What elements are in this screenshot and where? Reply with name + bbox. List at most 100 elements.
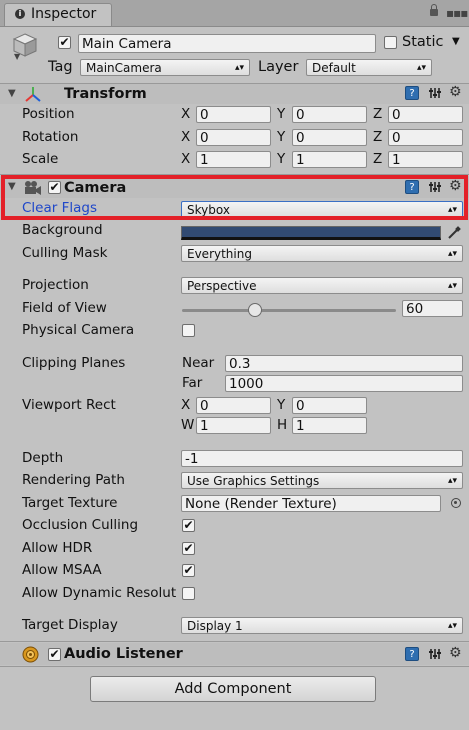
divider bbox=[0, 641, 469, 642]
culling-mask-value: Everything bbox=[187, 247, 252, 261]
depth-field[interactable]: -1 bbox=[181, 450, 463, 467]
physical-camera-label: Physical Camera bbox=[22, 322, 135, 338]
target-display-label: Target Display bbox=[22, 617, 118, 633]
lock-icon[interactable] bbox=[430, 4, 438, 16]
depth-label: Depth bbox=[22, 450, 64, 466]
tab-inspector[interactable]: i Inspector bbox=[4, 3, 112, 26]
gear-icon[interactable]: ⚙ bbox=[449, 646, 463, 660]
static-dropdown-icon[interactable]: ▼ bbox=[452, 36, 460, 47]
tab-menu-icon[interactable]: ▪▪▪ bbox=[446, 6, 468, 20]
scale-x-label[interactable]: X bbox=[181, 151, 190, 167]
fov-slider-thumb[interactable] bbox=[248, 303, 262, 317]
tag-label: Tag bbox=[48, 59, 73, 75]
physical-camera-checkbox[interactable] bbox=[182, 324, 195, 337]
culling-mask-label: Culling Mask bbox=[22, 245, 108, 261]
active-checkbox[interactable]: ✔ bbox=[58, 36, 71, 49]
updown-icon: ▴▾ bbox=[447, 476, 457, 486]
add-component-button[interactable]: Add Component bbox=[90, 676, 376, 702]
viewport-x-field[interactable]: 0 bbox=[196, 397, 271, 414]
culling-mask-dropdown[interactable]: Everything ▴▾ bbox=[181, 245, 463, 262]
viewport-h-label[interactable]: H bbox=[277, 417, 287, 433]
projection-dropdown[interactable]: Perspective ▴▾ bbox=[181, 277, 463, 294]
foldout-arrow-icon[interactable]: ▼ bbox=[8, 88, 16, 99]
scale-z-label[interactable]: Z bbox=[373, 151, 382, 167]
highlight-box bbox=[1, 175, 468, 220]
allow-dynamic-resolution-label: Allow Dynamic Resolut bbox=[22, 585, 177, 601]
background-label: Background bbox=[22, 222, 103, 238]
fov-slider-track[interactable] bbox=[182, 309, 396, 312]
allow-msaa-checkbox[interactable]: ✔ bbox=[182, 564, 195, 577]
eyedropper-icon[interactable] bbox=[446, 225, 462, 241]
position-x-field[interactable]: 0 bbox=[196, 106, 271, 123]
far-label: Far bbox=[182, 375, 203, 391]
fov-field[interactable]: 60 bbox=[402, 300, 463, 317]
far-field[interactable]: 1000 bbox=[225, 375, 463, 392]
scale-label: Scale bbox=[22, 151, 59, 167]
updown-icon: ▴▾ bbox=[447, 621, 457, 631]
fov-label: Field of View bbox=[22, 300, 107, 316]
gameobject-icon-arrow[interactable]: ▼ bbox=[14, 52, 20, 61]
layer-dropdown[interactable]: Default ▴▾ bbox=[306, 59, 432, 76]
occlusion-culling-label: Occlusion Culling bbox=[22, 517, 139, 533]
allow-hdr-label: Allow HDR bbox=[22, 540, 93, 556]
allow-dynamic-resolution-checkbox[interactable] bbox=[182, 587, 195, 600]
scale-y-field[interactable]: 1 bbox=[292, 151, 367, 168]
rotation-z-label[interactable]: Z bbox=[373, 129, 382, 145]
audio-listener-title: Audio Listener bbox=[64, 646, 183, 662]
allow-msaa-label: Allow MSAA bbox=[22, 562, 102, 578]
near-label: Near bbox=[182, 355, 215, 371]
updown-icon: ▴▾ bbox=[447, 249, 457, 259]
position-z-field[interactable]: 0 bbox=[388, 106, 463, 123]
updown-icon: ▴▾ bbox=[447, 281, 457, 291]
tab-label: Inspector bbox=[31, 6, 97, 22]
updown-icon: ▴▾ bbox=[234, 63, 244, 73]
rotation-label: Rotation bbox=[22, 129, 79, 145]
audio-listener-icon bbox=[22, 646, 39, 663]
rotation-x-label[interactable]: X bbox=[181, 129, 190, 145]
target-display-value: Display 1 bbox=[187, 619, 243, 633]
divider bbox=[0, 666, 469, 667]
scale-y-label[interactable]: Y bbox=[277, 151, 285, 167]
audio-listener-enabled-checkbox[interactable]: ✔ bbox=[48, 648, 61, 661]
object-name-field[interactable]: Main Camera bbox=[78, 34, 376, 53]
target-display-dropdown[interactable]: Display 1 ▴▾ bbox=[181, 617, 463, 634]
position-y-field[interactable]: 0 bbox=[292, 106, 367, 123]
layer-label: Layer bbox=[258, 59, 299, 75]
position-z-label[interactable]: Z bbox=[373, 106, 382, 122]
near-field[interactable]: 0.3 bbox=[225, 355, 463, 372]
help-icon[interactable]: ? bbox=[405, 647, 419, 661]
rotation-y-field[interactable]: 0 bbox=[292, 129, 367, 146]
position-label: Position bbox=[22, 106, 75, 122]
viewport-w-field[interactable]: 1 bbox=[196, 417, 271, 434]
rendering-path-dropdown[interactable]: Use Graphics Settings ▴▾ bbox=[181, 472, 463, 489]
preset-icon[interactable] bbox=[428, 647, 442, 661]
viewport-x-label[interactable]: X bbox=[181, 397, 190, 413]
allow-hdr-checkbox[interactable]: ✔ bbox=[182, 542, 195, 555]
static-checkbox[interactable] bbox=[384, 36, 397, 49]
position-x-label[interactable]: X bbox=[181, 106, 190, 122]
rotation-x-field[interactable]: 0 bbox=[196, 129, 271, 146]
tag-dropdown[interactable]: MainCamera ▴▾ bbox=[80, 59, 250, 76]
gear-icon[interactable]: ⚙ bbox=[449, 85, 463, 99]
rotation-z-field[interactable]: 0 bbox=[388, 129, 463, 146]
help-icon[interactable]: ? bbox=[405, 86, 419, 100]
viewport-y-field[interactable]: 0 bbox=[292, 397, 367, 414]
position-y-label[interactable]: Y bbox=[277, 106, 285, 122]
viewport-h-field[interactable]: 1 bbox=[292, 417, 367, 434]
occlusion-culling-checkbox[interactable]: ✔ bbox=[182, 519, 195, 532]
scale-x-field[interactable]: 1 bbox=[196, 151, 271, 168]
object-picker-icon[interactable] bbox=[451, 498, 461, 508]
preset-icon[interactable] bbox=[428, 86, 442, 100]
layer-value: Default bbox=[312, 61, 356, 75]
background-color-field[interactable] bbox=[181, 226, 441, 240]
rendering-path-label: Rendering Path bbox=[22, 472, 125, 488]
projection-label: Projection bbox=[22, 277, 89, 293]
scale-z-field[interactable]: 1 bbox=[388, 151, 463, 168]
viewport-w-label[interactable]: W bbox=[181, 417, 194, 433]
rendering-path-value: Use Graphics Settings bbox=[187, 474, 320, 488]
target-texture-field[interactable]: None (Render Texture) bbox=[181, 495, 441, 512]
updown-icon: ▴▾ bbox=[416, 63, 426, 73]
transform-title: Transform bbox=[64, 86, 147, 102]
viewport-y-label[interactable]: Y bbox=[277, 397, 285, 413]
rotation-y-label[interactable]: Y bbox=[277, 129, 285, 145]
